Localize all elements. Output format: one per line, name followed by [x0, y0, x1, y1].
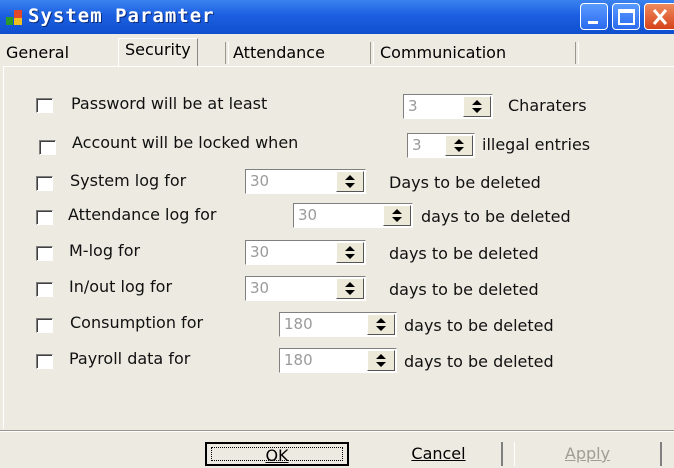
tab-communication[interactable]: Communication: [380, 40, 506, 65]
payroll-checkbox[interactable]: [36, 354, 53, 369]
maximize-button[interactable]: [612, 3, 640, 30]
account-lock-label: Account will be locked when: [72, 133, 299, 152]
title-bar[interactable]: System Paramter: [0, 0, 674, 34]
consumption-spinner[interactable]: 180: [279, 312, 397, 337]
password-length-value: 3: [408, 97, 418, 115]
m-log-checkbox[interactable]: [36, 246, 53, 261]
m-log-label: M-log for: [69, 241, 141, 260]
app-icon: [6, 10, 22, 25]
payroll-value: 180: [284, 351, 313, 369]
maximize-icon: [618, 9, 635, 25]
inout-log-checkbox[interactable]: [36, 282, 53, 297]
tab-attendance[interactable]: Attendance: [233, 40, 325, 65]
inout-log-suffix: days to be deleted: [389, 280, 539, 299]
attendance-log-label: Attendance log for: [68, 205, 217, 224]
password-length-suffix: Charaters: [508, 96, 587, 115]
attendance-log-checkbox[interactable]: [36, 210, 53, 225]
spinner-arrows-icon[interactable]: [336, 278, 364, 299]
account-lock-spinner[interactable]: 3: [407, 133, 475, 158]
account-lock-checkbox[interactable]: [39, 140, 56, 155]
inout-log-value: 30: [250, 279, 270, 297]
cancel-button-label: Cancel: [411, 444, 466, 463]
cancel-button[interactable]: Cancel: [376, 442, 503, 466]
spinner-arrows-icon[interactable]: [463, 96, 491, 117]
m-log-spinner[interactable]: 30: [245, 240, 366, 265]
consumption-value: 180: [284, 315, 313, 333]
close-button[interactable]: [644, 3, 674, 30]
password-length-checkbox[interactable]: [36, 98, 53, 113]
tab-strip: General Security Attendance Communicatio…: [0, 38, 674, 68]
consumption-suffix: days to be deleted: [404, 316, 554, 335]
spinner-arrows-icon[interactable]: [383, 205, 411, 226]
password-length-spinner[interactable]: 3: [403, 94, 493, 119]
spinner-arrows-icon[interactable]: [336, 171, 364, 192]
attendance-log-value: 30: [298, 206, 318, 224]
system-log-label: System log for: [70, 171, 187, 190]
consumption-label: Consumption for: [70, 313, 204, 332]
payroll-label: Payroll data for: [69, 349, 191, 368]
payroll-spinner[interactable]: 180: [279, 348, 397, 373]
ok-button[interactable]: OK: [205, 442, 349, 466]
tab-divider: [225, 42, 229, 64]
spinner-arrows-icon[interactable]: [445, 135, 473, 156]
dialog-window: System Paramter General Security Attenda…: [0, 0, 674, 468]
password-length-label: Password will be at least: [71, 94, 268, 113]
system-log-spinner[interactable]: 30: [245, 169, 366, 194]
apply-button-label: Apply: [564, 444, 611, 463]
m-log-suffix: days to be deleted: [389, 244, 539, 263]
payroll-suffix: days to be deleted: [404, 352, 554, 371]
window-title: System Paramter: [28, 5, 215, 27]
close-icon: [652, 9, 668, 25]
tab-general[interactable]: General: [6, 40, 69, 65]
system-log-suffix: Days to be deleted: [389, 173, 541, 192]
attendance-log-suffix: days to be deleted: [421, 207, 571, 226]
spinner-arrows-icon[interactable]: [367, 314, 395, 335]
account-lock-value: 3: [412, 136, 422, 154]
attendance-log-spinner[interactable]: 30: [293, 203, 413, 228]
tab-divider: [575, 42, 579, 64]
minimize-button[interactable]: [580, 3, 608, 30]
consumption-checkbox[interactable]: [36, 318, 53, 333]
divider: [0, 431, 674, 432]
ok-button-label: OK: [265, 446, 289, 465]
inout-log-label: In/out log for: [69, 277, 173, 296]
system-log-value: 30: [250, 172, 270, 190]
tab-security[interactable]: Security: [118, 38, 198, 67]
spinner-arrows-icon[interactable]: [367, 350, 395, 371]
system-log-checkbox[interactable]: [36, 176, 53, 191]
apply-button[interactable]: Apply: [514, 442, 662, 466]
m-log-value: 30: [250, 243, 270, 261]
tab-divider: [370, 42, 374, 64]
inout-log-spinner[interactable]: 30: [245, 276, 366, 301]
spinner-arrows-icon[interactable]: [336, 242, 364, 263]
minimize-icon: [588, 21, 598, 24]
account-lock-suffix: illegal entries: [482, 135, 591, 154]
